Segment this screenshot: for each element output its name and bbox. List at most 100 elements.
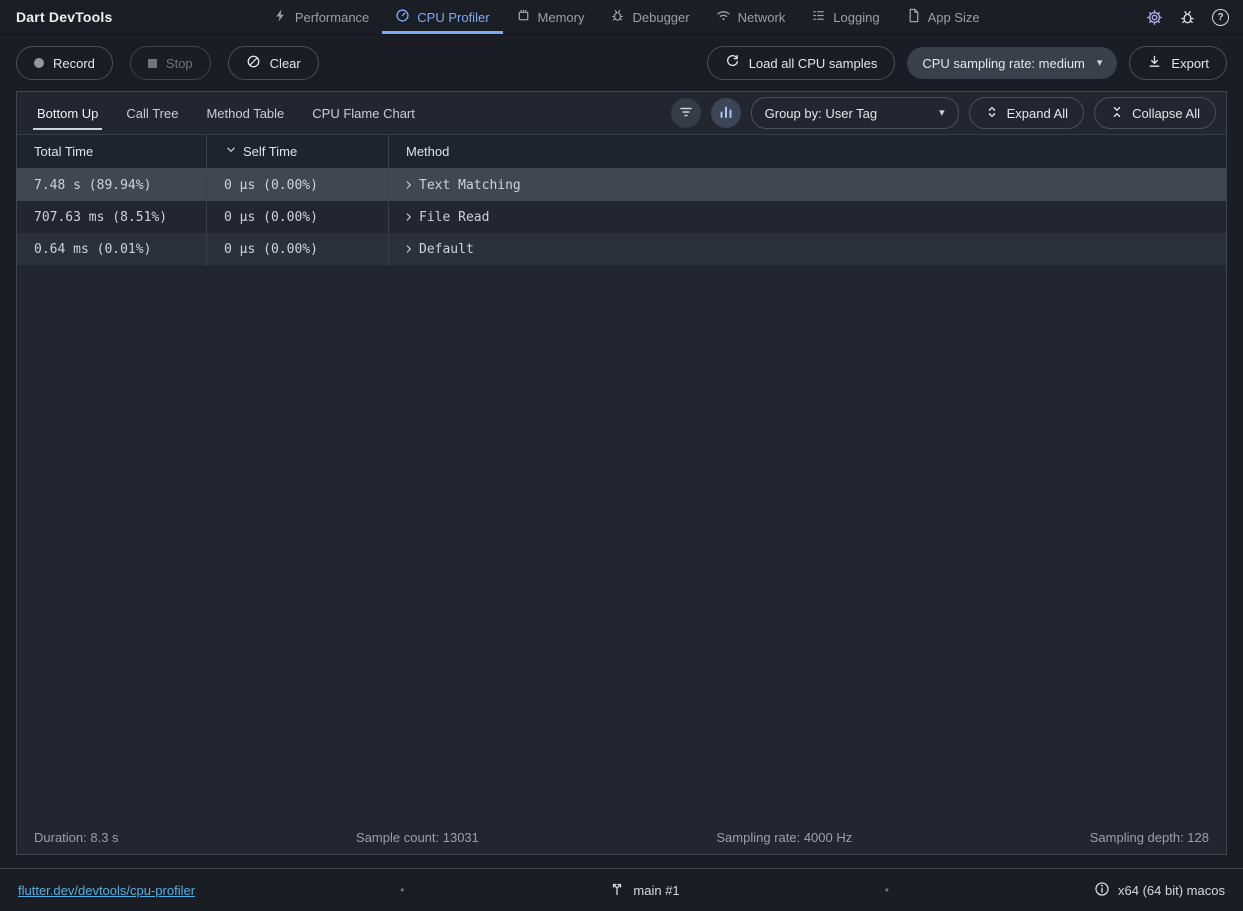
export-button[interactable]: Export [1129,46,1227,80]
sample-count-status: Sample count: 13031 [356,830,479,845]
docs-link[interactable]: flutter.dev/devtools/cpu-profiler [18,883,195,898]
record-icon [34,58,44,68]
memory-icon [516,8,531,26]
expand-chevron-icon[interactable] [402,178,416,192]
tab-method-table[interactable]: Method Table [192,92,298,134]
filter-button[interactable] [671,98,701,128]
device-info-label: x64 (64 bit) macos [1118,883,1225,898]
tab-call-tree[interactable]: Call Tree [112,92,192,134]
filter-icon [678,104,694,123]
group-by-dropdown[interactable]: Group by: User Tag ▾ [751,97,959,129]
export-icon [1147,54,1162,72]
unfold-less-icon [1110,105,1124,122]
tab-bottom-up[interactable]: Bottom Up [23,92,112,134]
nav-tab-label: Debugger [632,10,689,25]
expand-chevron-icon[interactable] [402,210,416,224]
table-header: Total Time Self Time Method [17,134,1226,169]
network-icon [716,8,731,26]
method-label: File Read [419,210,489,225]
sampling-depth-status: Sampling depth: 128 [1090,830,1209,845]
tab-label: Method Table [206,106,284,121]
separator-dot: • [885,883,889,897]
empty-area [17,265,1226,820]
collapse-all-label: Collapse All [1132,106,1200,121]
nav-tab-network[interactable]: Network [703,0,799,34]
method-label: Text Matching [419,178,521,193]
cpu-profiler-icon [395,8,410,26]
method-label: Default [419,242,474,257]
nav-tab-performance[interactable]: Performance [260,0,382,34]
help-icon[interactable]: ? [1212,9,1229,26]
record-label: Record [53,56,95,71]
toolbar-right-group: Load all CPU samples CPU sampling rate: … [707,46,1227,80]
isolate-label: main #1 [633,883,679,898]
method-cell: Text Matching [389,169,1226,201]
export-label: Export [1171,56,1209,71]
nav-tab-logging[interactable]: Logging [798,0,892,34]
table-row[interactable]: 7.48 s (89.94%) 0 µs (0.00%) Text Matchi… [17,169,1226,201]
app-bar: Dart DevTools Performance CPU Profiler M… [0,0,1243,35]
group-by-label: Group by: User Tag [765,106,877,121]
nav-tab-label: Memory [538,10,585,25]
nav-tab-label: Network [738,10,786,25]
stop-button[interactable]: Stop [130,46,211,80]
column-header-self-time[interactable]: Self Time [207,135,389,168]
nav-tab-debugger[interactable]: Debugger [597,0,702,34]
clear-label: Clear [270,56,301,71]
collapse-all-button[interactable]: Collapse All [1094,97,1216,129]
table-row[interactable]: 0.64 ms (0.01%) 0 µs (0.00%) Default [17,233,1226,265]
profile-status-bar: Duration: 8.3 s Sample count: 13031 Samp… [17,820,1226,854]
nav-tab-cpu-profiler[interactable]: CPU Profiler [382,0,502,34]
report-bug-icon[interactable] [1179,9,1196,26]
chevron-down-icon: ▾ [1097,58,1103,69]
self-time-cell: 0 µs (0.00%) [207,201,389,233]
cpu-sampling-rate-dropdown[interactable]: CPU sampling rate: medium ▾ [907,47,1117,79]
logging-icon [811,8,826,26]
expand-all-button[interactable]: Expand All [969,97,1084,129]
table-row[interactable]: 707.63 ms (8.51%) 0 µs (0.00%) File Read [17,201,1226,233]
total-time-cell: 707.63 ms (8.51%) [17,201,207,233]
stop-label: Stop [166,56,193,71]
nav-tab-app-size[interactable]: App Size [893,0,993,34]
settings-gear-icon[interactable] [1146,9,1163,26]
sampling-rate-status: Sampling rate: 4000 Hz [716,830,852,845]
app-title: Dart DevTools [16,9,112,25]
column-label: Method [406,144,449,159]
method-cell: File Read [389,201,1226,233]
tab-cpu-flame-chart[interactable]: CPU Flame Chart [298,92,429,134]
nav-tab-label: Performance [295,10,369,25]
self-time-cell: 0 µs (0.00%) [207,169,389,201]
load-cpu-samples-button[interactable]: Load all CPU samples [707,46,896,80]
separator-dot: • [400,883,404,897]
app-bar-actions: ? [1140,0,1229,34]
nav-tab-memory[interactable]: Memory [503,0,598,34]
column-header-total-time[interactable]: Total Time [17,135,207,168]
load-cpu-samples-label: Load all CPU samples [749,56,878,71]
clear-button[interactable]: Clear [228,46,319,80]
git-branch-icon [609,881,625,900]
status-footer: flutter.dev/devtools/cpu-profiler • main… [0,868,1243,911]
bar-chart-icon [718,104,734,123]
cpu-sampling-rate-label: CPU sampling rate: medium [922,56,1085,71]
column-label: Total Time [34,144,93,159]
total-time-cell: 0.64 ms (0.01%) [17,233,207,265]
profiler-panel: Bottom Up Call Tree Method Table CPU Fla… [16,91,1227,855]
total-time-cell: 7.48 s (89.94%) [17,169,207,201]
nav-tab-label: CPU Profiler [417,10,489,25]
info-icon [1094,881,1110,900]
chevron-down-icon: ▾ [939,108,945,119]
column-header-method[interactable]: Method [389,135,1226,168]
isolate-selector[interactable]: main #1 [609,881,679,900]
tab-label: Call Tree [126,106,178,121]
record-button[interactable]: Record [16,46,113,80]
performance-icon [273,8,288,26]
display-options-button[interactable] [711,98,741,128]
column-label: Self Time [243,144,297,159]
profiler-tabs-row: Bottom Up Call Tree Method Table CPU Fla… [17,92,1226,134]
device-info: x64 (64 bit) macos [1094,881,1225,900]
profiler-toolbar: Record Stop Clear Load all CPU samples C… [0,35,1243,91]
expand-chevron-icon[interactable] [402,242,416,256]
unfold-more-icon [985,105,999,122]
refresh-icon [725,54,740,72]
duration-status: Duration: 8.3 s [34,830,119,845]
